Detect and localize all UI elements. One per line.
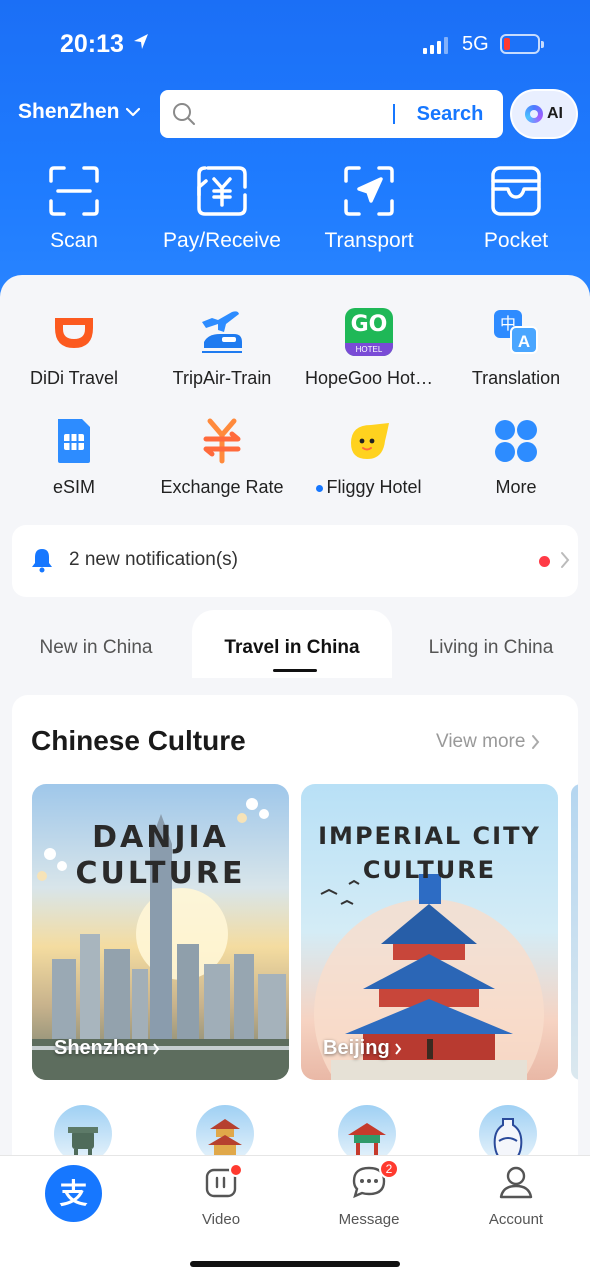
app-fliggy-hotel[interactable]: Fliggy Hotel	[295, 417, 443, 498]
app-label: Exchange Rate	[160, 477, 284, 497]
tab-account[interactable]: Account	[456, 1165, 576, 1228]
ai-label: AI	[547, 105, 563, 122]
app-translation[interactable]: 中 A Translation	[442, 308, 590, 389]
app-hopegoo-hotel[interactable]: GO HOTEL HopeGoo Hot…	[295, 308, 443, 389]
exchange-rate-icon	[198, 417, 246, 465]
app-label: DiDi Travel	[29, 368, 118, 388]
quick-action-label: Pocket	[483, 229, 549, 252]
chevron-right-icon	[394, 1042, 401, 1055]
app-label-text: Fliggy Hotel	[326, 477, 422, 497]
notification-bar[interactable]: 2 new notification(s)	[12, 525, 578, 597]
fliggy-icon	[345, 417, 393, 465]
app-label: eSIM	[52, 477, 95, 497]
app-label: Fliggy Hotel	[295, 477, 443, 498]
app-label: HopeGoo Hot…	[304, 368, 434, 388]
active-tab-indicator	[273, 669, 317, 672]
app-tripair-train[interactable]: TripAir-Train	[148, 308, 296, 389]
quick-action-label: Scan	[50, 229, 98, 252]
city-selector[interactable]: ShenZhen	[18, 100, 140, 124]
transport-icon	[344, 166, 394, 216]
tile-caption: Shenzhen	[54, 1037, 160, 1060]
content-tabs: New in China Travel in China Living in C…	[0, 610, 590, 690]
pay-receive-icon	[197, 166, 247, 216]
network-type: 5G	[462, 33, 489, 55]
tab-label: Message	[338, 1211, 400, 1228]
app-label: Translation	[471, 368, 561, 388]
tab-video[interactable]: Video	[161, 1163, 281, 1228]
search-bar[interactable]: Search	[160, 90, 503, 138]
quick-actions: Scan Pay/Receive Transport Pocket	[0, 165, 590, 260]
tile-caption-text: Shenzhen	[54, 1037, 149, 1059]
chevron-right-icon	[153, 1042, 160, 1055]
search-icon	[173, 103, 195, 125]
app-label: More	[495, 477, 537, 497]
video-badge-dot	[229, 1163, 243, 1177]
hopegoo-logo-text: GO	[350, 312, 388, 337]
home-indicator	[190, 1261, 400, 1267]
app-label: TripAir-Train	[172, 368, 272, 388]
tile-caption-text: Beijing	[323, 1037, 390, 1059]
tile-title-line1: DANJIA	[92, 820, 229, 855]
signal-icon	[423, 36, 448, 54]
status-bar: 20:13 5G	[0, 0, 590, 90]
esim-icon	[50, 417, 98, 465]
bell-icon	[32, 549, 52, 573]
quick-action-pocket[interactable]: Pocket	[442, 165, 590, 253]
city-label: ShenZhen	[18, 100, 120, 123]
unread-dot	[539, 556, 550, 567]
status-time: 20:13	[60, 30, 124, 58]
new-indicator-dot	[316, 484, 324, 492]
notification-text: 2 new notification(s)	[69, 549, 238, 570]
translation-icon-letter: A	[510, 326, 538, 354]
tile-title-line2: CULTURE	[362, 856, 497, 884]
culture-tile-beijing[interactable]: IMPERIAL CITY CULTURE Beijing	[301, 784, 558, 1080]
tab-message[interactable]: 2 Message	[309, 1159, 429, 1228]
quick-action-label: Pay/Receive	[163, 229, 281, 252]
view-more-link[interactable]: View more	[436, 731, 540, 753]
culture-tile-shenzhen[interactable]: DANJIA CULTURE Shenzhen	[32, 784, 289, 1080]
tab-travel-in-china[interactable]: Travel in China	[192, 610, 392, 678]
train-icon	[198, 308, 246, 356]
tab-new-in-china[interactable]: New in China	[0, 610, 192, 678]
view-more-label: View more	[436, 731, 526, 752]
message-badge-count: 2	[379, 1159, 399, 1179]
tab-living-in-china[interactable]: Living in China	[392, 610, 590, 678]
tab-label: Account	[488, 1211, 544, 1228]
account-icon	[499, 1166, 533, 1199]
quick-action-scan[interactable]: Scan	[0, 165, 148, 253]
tile-caption: Beijing	[323, 1037, 402, 1060]
tab-label: Video	[201, 1211, 241, 1228]
app-exchange-rate[interactable]: Exchange Rate	[148, 417, 296, 498]
culture-tile-next-peek[interactable]	[571, 784, 578, 1080]
battery-icon	[500, 34, 544, 54]
chevron-right-icon	[532, 735, 540, 749]
quick-action-transport[interactable]: Transport	[295, 165, 443, 253]
chevron-right-icon	[561, 552, 570, 568]
app-esim[interactable]: eSIM	[0, 417, 148, 498]
app-didi-travel[interactable]: DiDi Travel	[0, 308, 148, 389]
hopegoo-logo-sub: HOTEL	[345, 343, 393, 356]
ai-icon	[525, 105, 543, 123]
more-icon	[492, 417, 540, 465]
didi-icon	[50, 308, 98, 356]
pocket-icon	[491, 166, 541, 216]
section-title: Chinese Culture	[31, 725, 246, 756]
tile-title-line2: CULTURE	[75, 856, 246, 891]
search-divider	[393, 104, 395, 124]
hopegoo-icon: GO HOTEL	[345, 308, 393, 356]
quick-action-label: Transport	[324, 229, 414, 252]
home-tab-button[interactable]: 支	[45, 1165, 102, 1222]
quick-action-pay-receive[interactable]: Pay/Receive	[148, 165, 296, 253]
location-arrow-icon	[134, 34, 148, 49]
scan-icon	[49, 166, 99, 216]
app-more[interactable]: More	[442, 417, 590, 498]
search-button[interactable]: Search	[402, 90, 498, 138]
chevron-down-icon	[125, 107, 140, 117]
tile-title-line1: IMPERIAL CITY	[318, 822, 541, 850]
ai-assistant-button[interactable]: AI	[510, 89, 578, 139]
translation-icon: 中 A	[492, 308, 540, 356]
